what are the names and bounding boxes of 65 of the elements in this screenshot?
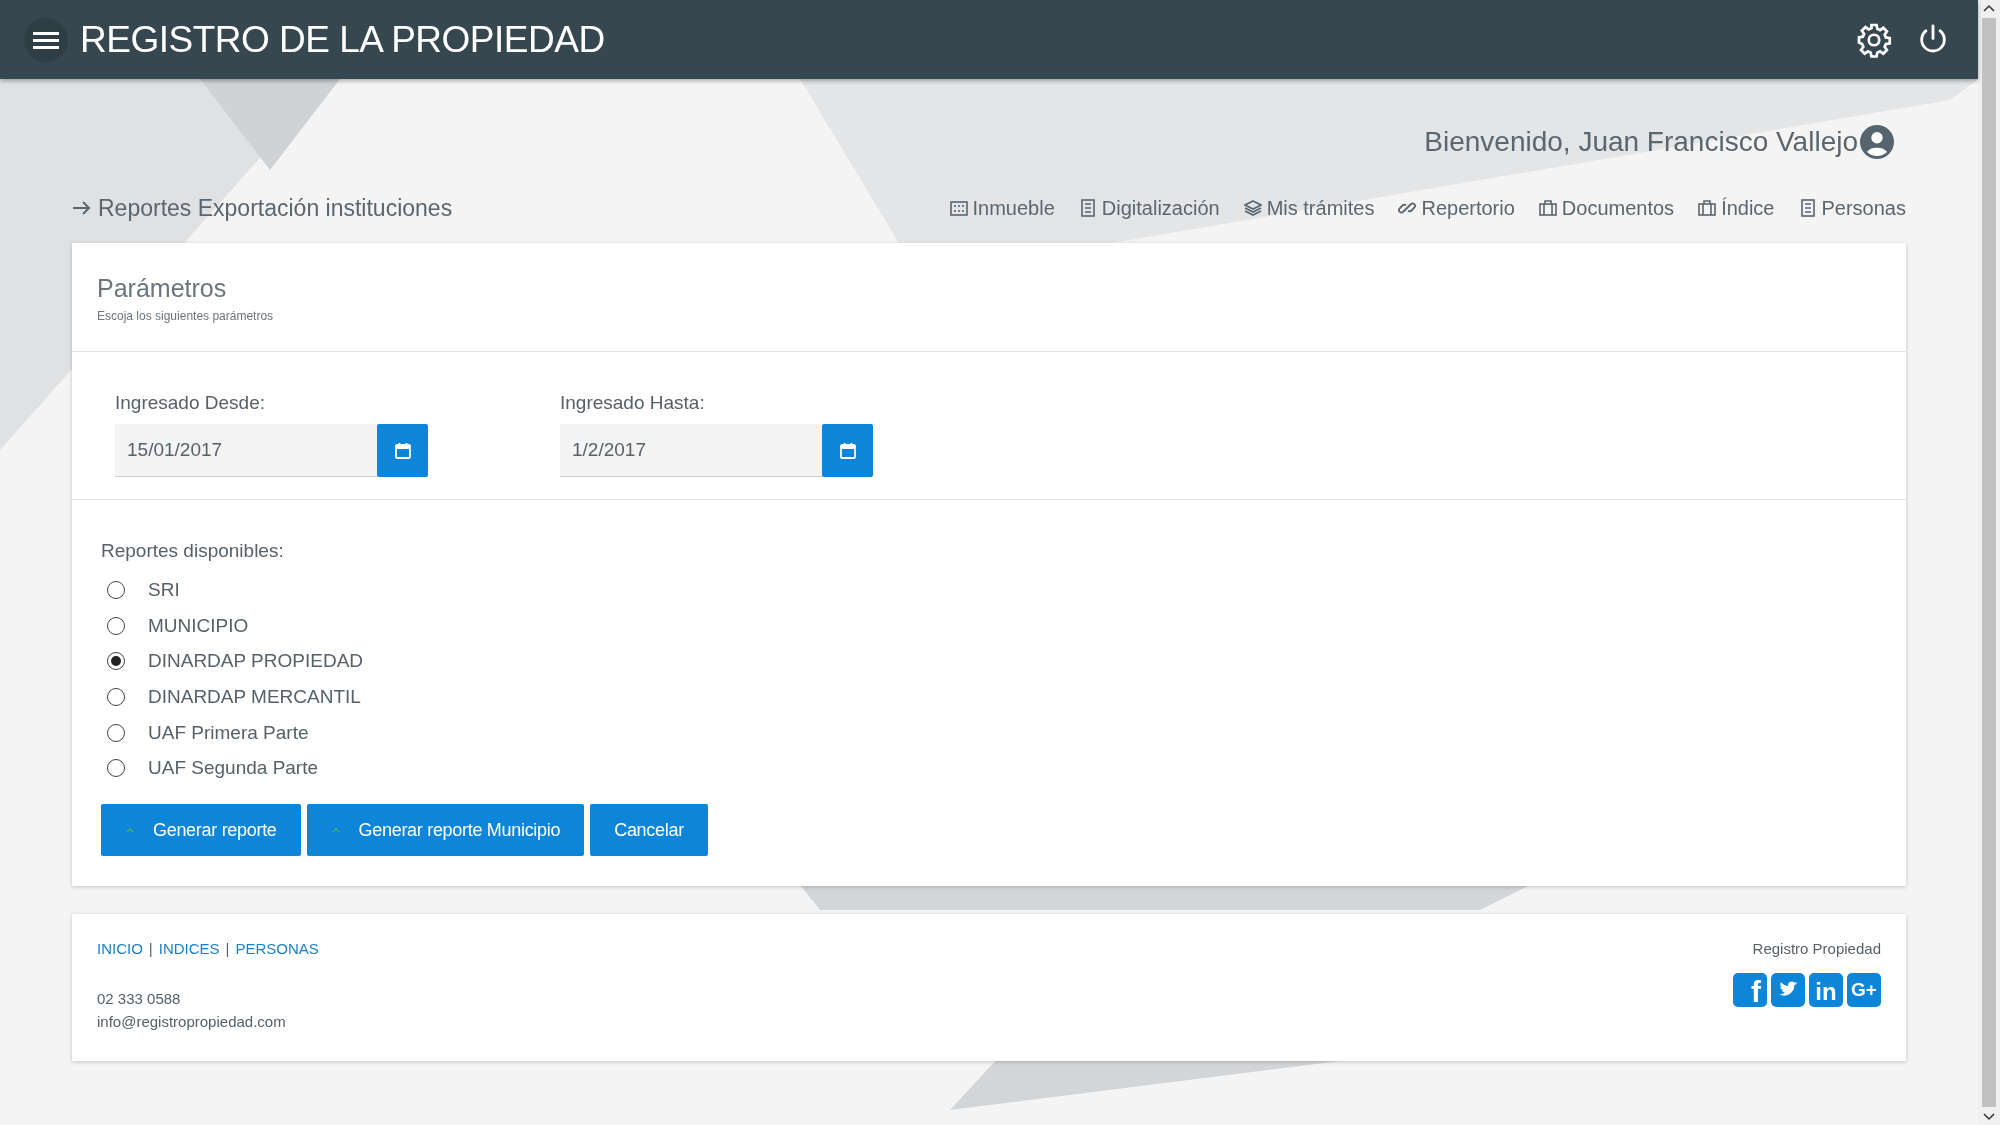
user-avatar-icon[interactable] (1860, 125, 1894, 159)
nav-link[interactable]: Mis trámites (1243, 196, 1375, 220)
radio-button[interactable] (107, 687, 125, 706)
doc-icon (1078, 199, 1097, 217)
link-separator: | (148, 940, 153, 958)
phone-text: 02 333 0588 (97, 989, 182, 1010)
menu-icon (33, 29, 59, 50)
email-text: info@registropropiedad.com (97, 1012, 287, 1033)
calendar-icon (838, 441, 857, 460)
calendar-icon (393, 441, 412, 460)
nav-link[interactable]: Digitalización (1078, 196, 1220, 220)
action-button[interactable]: Generar reporte (101, 804, 301, 857)
google-plus-button[interactable]: G+ (1847, 973, 1881, 1008)
arrow-right-icon (72, 200, 92, 216)
building-icon (949, 199, 968, 217)
scroll-down-icon[interactable] (1983, 1113, 1995, 1121)
nav-link[interactable]: Documentos (1538, 196, 1675, 220)
radio-button[interactable] (107, 652, 125, 671)
nav-link[interactable]: Inmueble (949, 196, 1055, 220)
briefcase-icon (1698, 199, 1717, 217)
facebook-button[interactable]: f (1733, 973, 1767, 1008)
radio-button[interactable] (107, 723, 125, 742)
linkedin-button[interactable]: in (1809, 973, 1843, 1008)
nav-link[interactable]: Personas (1798, 196, 1906, 220)
section-subtitle: Escoja los siguientes parámetros (97, 309, 275, 323)
date-input[interactable]: 15/01/2017 (115, 424, 377, 477)
field-label: Ingresado Hasta: (560, 392, 706, 414)
section-title: Parámetros (97, 274, 228, 303)
link-icon (1398, 199, 1417, 217)
calendar-button[interactable] (822, 424, 873, 477)
reports-label: Reportes disponibles: (101, 540, 285, 562)
brand-text: Registro Propiedad (1752, 940, 1881, 958)
menu-button[interactable] (24, 17, 68, 62)
field-label: Ingresado Desde: (115, 392, 266, 414)
briefcase-icon (1538, 199, 1557, 217)
action-button[interactable]: Generar reporte Municipio (306, 804, 585, 857)
scroll-thumb[interactable] (1982, 18, 1996, 1107)
radio-label[interactable]: DINARDAP MERCANTIL (148, 685, 361, 708)
footer-link[interactable]: INICIO (97, 940, 143, 958)
date-input[interactable]: 1/2/2017 (560, 424, 822, 477)
doc-icon (1798, 199, 1817, 217)
scroll-up-icon[interactable] (1983, 4, 1995, 12)
caret-icon (125, 826, 135, 835)
welcome-text: Bienvenido, Juan Francisco Vallejo (1424, 126, 1858, 158)
radio-label[interactable]: MUNICIPIO (148, 614, 249, 637)
footer-link[interactable]: INDICES (158, 940, 220, 958)
radio-label[interactable]: SRI (148, 578, 180, 601)
radio-button[interactable] (107, 580, 125, 599)
nav-link[interactable]: Repertorio (1398, 196, 1515, 220)
link-separator: | (225, 940, 230, 958)
radio-button[interactable] (107, 616, 125, 635)
radio-label[interactable]: UAF Primera Parte (148, 721, 309, 744)
breadcrumb-title: Reportes Exportación instituciones (98, 194, 453, 222)
layers-icon (1243, 199, 1262, 217)
settings-icon[interactable] (1856, 21, 1892, 58)
calendar-button[interactable] (377, 424, 428, 477)
bird-icon[interactable] (1771, 973, 1805, 1008)
app-title: REGISTRO DE LA PROPIEDAD (80, 18, 605, 61)
action-button[interactable]: Cancelar (590, 804, 708, 857)
radio-label[interactable]: UAF Segunda Parte (148, 757, 319, 780)
radio-label[interactable]: DINARDAP PROPIEDAD (148, 650, 364, 673)
nav-link[interactable]: Índice (1698, 196, 1775, 220)
footer-link[interactable]: PERSONAS (235, 940, 319, 958)
radio-button[interactable] (107, 759, 125, 778)
caret-icon (330, 826, 341, 835)
